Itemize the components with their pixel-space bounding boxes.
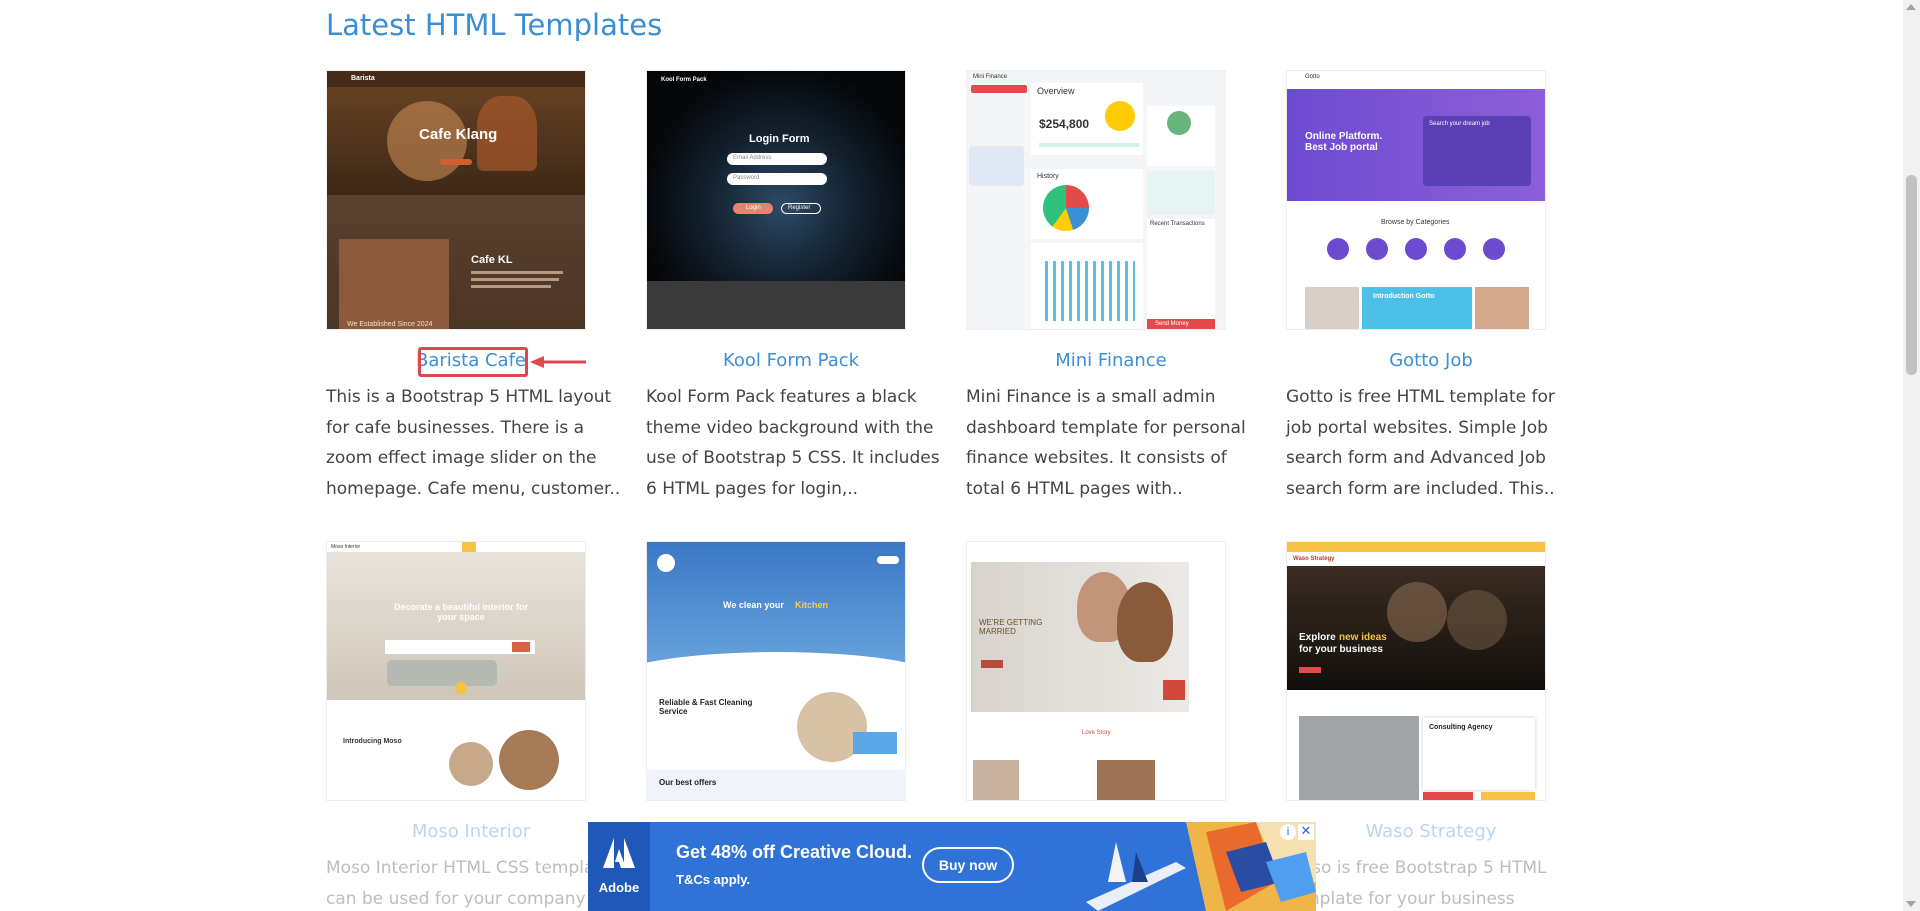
preview-hero-suffix: for your business: [1299, 644, 1383, 655]
template-thumbnail-moso-interior[interactable]: Moso Interior Decorate a beautiful inter…: [326, 541, 586, 801]
annotation-arrow-icon: [530, 356, 586, 368]
preview-hero-accent: new ideas: [1339, 632, 1387, 643]
template-description-moso-interior: Moso Interior HTML CSS template can be u…: [326, 858, 612, 909]
preview-intro: Introducing Moso: [343, 738, 402, 745]
template-thumbnail-cleaning[interactable]: We clean your Kitchen Reliable & Fast Cl…: [646, 541, 906, 801]
ad-buy-now-button[interactable]: Buy now: [922, 847, 1014, 883]
preview-brand: Moso Interior: [331, 544, 361, 550]
ad-info-icon[interactable]: i: [1280, 824, 1296, 840]
preview-agency: Consulting Agency: [1429, 724, 1493, 731]
template-title-moso-interior[interactable]: Moso Interior: [326, 821, 616, 842]
template-description-mini-finance: Mini Finance is a small admin dashboard …: [966, 387, 1246, 499]
preview-register: Register: [788, 205, 811, 211]
preview-offers: Our best offers: [659, 778, 717, 787]
scroll-up-arrow-icon[interactable]: [1906, 4, 1916, 10]
ad-subtext: T&Cs apply.: [676, 872, 751, 887]
preview-section: Cafe KL: [471, 254, 513, 266]
preview-hero-prefix: We clean your: [723, 600, 784, 610]
preview-footer: We Established Since 2024: [347, 321, 433, 328]
scroll-down-arrow-icon[interactable]: [1906, 901, 1916, 907]
preview-hero-accent: Kitchen: [795, 600, 829, 610]
advertisement-banner[interactable]: Adobe Get 48% off Creative Cloud. T&Cs a…: [588, 822, 1316, 911]
template-description-gotto-job: Gotto is free HTML template for job port…: [1286, 387, 1555, 499]
preview-amount: $254,800: [1039, 117, 1090, 131]
preview-hero-prefix: Explore: [1299, 632, 1336, 643]
preview-password: Password: [733, 175, 760, 181]
template-thumbnail-gotto-job[interactable]: Gotto Online Platform. Best Job portal S…: [1286, 70, 1546, 330]
preview-search: Search your dream job: [1429, 121, 1490, 127]
preview-form-title: Login Form: [749, 133, 810, 145]
template-description-waso-strategy: Waso is free Bootstrap 5 HTML template f…: [1286, 858, 1547, 909]
highlight-box: [418, 347, 528, 377]
preview-send: Send Money: [1155, 321, 1189, 327]
ad-close-icon[interactable]: ✕: [1298, 824, 1314, 840]
ad-illustration: [1056, 822, 1316, 911]
preview-history: History: [1037, 173, 1059, 180]
preview-intro: Introduction Gotto: [1373, 293, 1435, 300]
template-thumbnail-waso-strategy[interactable]: Waso Strategy Explore new ideas for your…: [1286, 541, 1546, 801]
template-description-kool-form: Kool Form Pack features a black theme vi…: [646, 387, 940, 499]
preview-brand: Kool Form Pack: [661, 77, 707, 83]
preview-brand: Barista: [351, 75, 375, 82]
preview-story: Love Story: [1082, 730, 1111, 736]
template-description-barista: This is a Bootstrap 5 HTML layout for ca…: [326, 387, 621, 499]
preview-brand: Gotto: [1305, 74, 1320, 80]
preview-hero: Online Platform. Best Job portal: [1305, 131, 1383, 153]
preview-transactions: Recent Transactions: [1150, 221, 1205, 227]
template-title-gotto-job[interactable]: Gotto Job: [1286, 350, 1576, 371]
template-thumbnail-kool-form[interactable]: Kool Form Pack Login Form Email Address …: [646, 70, 906, 330]
adobe-logo: Adobe: [588, 822, 650, 911]
preview-brand: Mini Finance: [973, 74, 1008, 80]
preview-hero: Decorate a beautiful interior for your s…: [393, 602, 529, 622]
template-title-waso-strategy[interactable]: Waso Strategy: [1286, 821, 1576, 842]
preview-hero: WE'RE GETTING MARRIED: [979, 618, 1043, 636]
preview-section: Reliable & Fast Cleaning Service: [659, 698, 753, 716]
preview-categories: Browse by Categories: [1381, 219, 1450, 226]
preview-brand: Waso Strategy: [1293, 556, 1335, 562]
preview-hero: Cafe Klang: [419, 126, 498, 143]
page-title: Latest HTML Templates: [326, 8, 663, 42]
template-title-kool-form[interactable]: Kool Form Pack: [646, 350, 936, 371]
adobe-icon: [603, 838, 635, 868]
adobe-wordmark: Adobe: [598, 880, 640, 895]
preview-login: Login: [746, 205, 761, 211]
template-thumbnail-mini-finance[interactable]: Mini Finance Overview $254,800 History R…: [966, 70, 1226, 330]
scrollbar-thumb[interactable]: [1906, 175, 1917, 375]
template-thumbnail-barista[interactable]: Barista Cafe Klang Cafe KL We Establishe…: [326, 70, 586, 330]
ad-headline: Get 48% off Creative Cloud.: [676, 842, 913, 862]
template-title-mini-finance[interactable]: Mini Finance: [966, 350, 1256, 371]
preview-email: Email Address: [733, 155, 772, 161]
preview-overview: Overview: [1037, 86, 1075, 96]
page-scrollbar[interactable]: [1903, 0, 1920, 911]
template-thumbnail-wedding[interactable]: WE'RE GETTING MARRIED Love Story: [966, 541, 1226, 801]
